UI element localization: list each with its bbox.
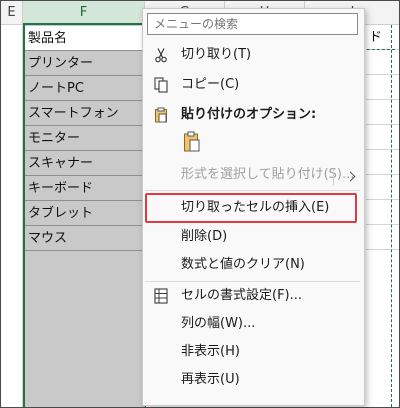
grid-line (366, 174, 399, 175)
menu-item-column-width-label: 列の幅(W)... (181, 316, 256, 331)
paste-options-label: 貼り付けのオプション: (181, 107, 317, 122)
menu-item-paste-special[interactable]: 形式を選択して貼り付け(S)... (143, 163, 364, 187)
cell-f3[interactable]: ノートPC (25, 76, 143, 101)
cell-f5[interactable]: モニター (25, 126, 143, 151)
menu-item-copy[interactable]: コピー(C) (143, 73, 364, 97)
cell-f9[interactable]: マウス (25, 226, 143, 251)
menu-item-column-width[interactable]: 列の幅(W)... (143, 312, 364, 336)
cell-f8[interactable]: タブレット (25, 201, 143, 226)
grid-line (366, 249, 399, 250)
menu-item-unhide[interactable]: 再表示(U) (143, 368, 364, 392)
menu-item-delete[interactable]: 削除(D) (143, 225, 364, 249)
cell-f5-text: モニター (28, 131, 81, 146)
menu-item-clear-contents-label: 数式と値のクリア(N) (181, 257, 305, 272)
paste-clipboard-icon (183, 131, 201, 157)
column-header-f-label: F (79, 5, 88, 20)
partial-cell-text: ド (369, 30, 383, 45)
grid-line (366, 99, 399, 100)
cell-f7[interactable]: キーボード (25, 176, 143, 201)
cell-f8-text: タブレット (28, 206, 94, 221)
paste-option-button[interactable] (179, 131, 205, 157)
column-header-f[interactable]: F (23, 1, 145, 25)
menu-item-unhide-label: 再表示(U) (181, 372, 240, 387)
context-menu: 切り取り(T) コピー(C) 貼り付けのオプション: 形式を選択して貼り付け(S… (142, 8, 365, 406)
menu-item-format-cells-label: セルの書式設定(F)... (181, 288, 303, 303)
cell-f2[interactable]: プリンター (25, 51, 143, 76)
grid-line (366, 149, 399, 150)
cell-f6[interactable]: スキャナー (25, 151, 143, 176)
menu-item-clear-contents[interactable]: 数式と値のクリア(N) (143, 253, 364, 277)
copy-icon (152, 73, 170, 97)
menu-separator (145, 190, 360, 191)
menu-item-delete-label: 削除(D) (181, 229, 228, 244)
grid-line (366, 124, 399, 125)
menu-item-cut[interactable]: 切り取り(T) (143, 43, 364, 67)
cell-f4[interactable]: スマートフォン (25, 101, 143, 126)
grid-line (366, 224, 399, 225)
column-header-e-label: E (7, 5, 16, 20)
cell-f3-text: ノートPC (28, 81, 84, 96)
menu-item-hide[interactable]: 非表示(H) (143, 340, 364, 364)
cell-f4-text: スマートフォン (28, 106, 119, 121)
cell-f6-text: スキャナー (28, 156, 94, 171)
clipboard-icon (152, 103, 170, 127)
copy-marquee-right (391, 25, 392, 407)
cell-f2-text: プリンター (28, 56, 94, 71)
menu-item-paste-special-label: 形式を選択して貼り付け(S)... (181, 167, 355, 182)
menu-item-copy-label: コピー(C) (181, 77, 240, 92)
column-header-e[interactable]: E (1, 1, 23, 25)
cell-f1[interactable]: 製品名 (25, 26, 143, 51)
menu-separator (145, 281, 360, 282)
submenu-divider (333, 169, 334, 185)
grid-line (366, 74, 399, 75)
cell-f7-text: キーボード (28, 181, 94, 196)
highlight-box (145, 193, 357, 223)
menu-item-hide-label: 非表示(H) (181, 344, 240, 359)
menu-item-format-cells[interactable]: セルの書式設定(F)... (143, 284, 364, 308)
format-cells-icon (152, 284, 170, 308)
cell-f9-text: マウス (28, 231, 68, 246)
selection-border (23, 25, 25, 407)
cell-f1-text: 製品名 (28, 31, 68, 46)
menu-search-input[interactable] (147, 13, 358, 35)
scissors-icon (152, 43, 170, 67)
paste-options-heading: 貼り付けのオプション: (143, 103, 364, 127)
grid-line (366, 199, 399, 200)
menu-item-cut-label: 切り取り(T) (181, 47, 252, 62)
